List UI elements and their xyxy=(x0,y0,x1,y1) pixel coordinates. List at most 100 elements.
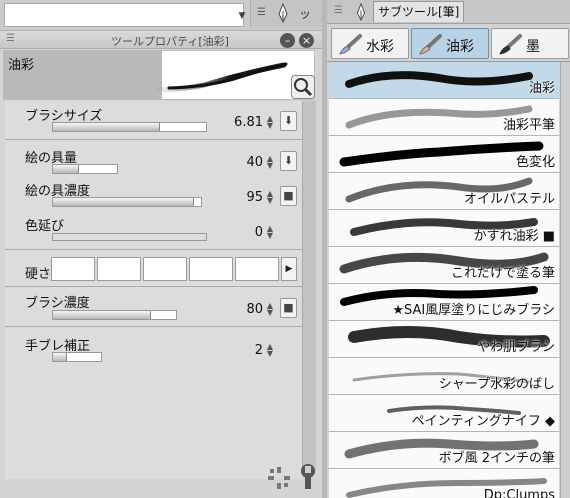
divider xyxy=(5,326,302,327)
brush-icon xyxy=(419,34,442,55)
slider-fill xyxy=(53,123,161,131)
hardness-option-3[interactable] xyxy=(143,257,187,281)
group-ink[interactable]: 墨 xyxy=(491,28,569,59)
brush-stroke-sample xyxy=(339,141,544,167)
spin-arrows-icon[interactable]: ▲ ▼ xyxy=(265,225,275,240)
wrench-icon[interactable] xyxy=(296,463,320,491)
paint-density-toggle-button[interactable]: ■ xyxy=(280,186,297,206)
param-label: ブラシ濃度 xyxy=(25,296,90,311)
brush-stroke-sample xyxy=(345,71,533,88)
group-watercolor[interactable]: 水彩 xyxy=(331,28,409,59)
hardness-option-2[interactable] xyxy=(97,257,141,281)
menu-grip-icon[interactable]: ☰ xyxy=(334,5,343,16)
stabilization-slider[interactable] xyxy=(52,352,102,362)
list-item-brush[interactable]: かすれ油彩 ■ xyxy=(329,210,559,247)
slider-fill xyxy=(53,353,68,361)
tool-property-panel: ▼ ☰ ッ ☰ ツールプロパティ[油彩] – × 油彩 ブラシサイズ 6.81 … xyxy=(0,0,322,498)
slider-fill xyxy=(53,165,79,173)
spin-arrows-icon[interactable]: ▲ ▼ xyxy=(265,302,275,317)
spin-arrows-icon[interactable]: ▲ ▼ xyxy=(265,155,275,170)
reset-icon[interactable] xyxy=(266,465,292,491)
hardness-option-4[interactable] xyxy=(189,257,233,281)
brush-name: かすれ油彩 ■ xyxy=(473,229,555,244)
top-toolbar-strip: ▼ ☰ ッ xyxy=(0,0,322,31)
group-oil[interactable]: 油彩 xyxy=(411,28,489,59)
sub-tool-tabbar: ☰ サブツール[筆] xyxy=(327,0,570,24)
brush-size-dynamics-button[interactable]: ⬇ xyxy=(280,111,297,131)
brush-icon xyxy=(339,34,362,55)
scrollbar[interactable] xyxy=(560,62,570,498)
panel-title: ツールプロパティ[油彩] xyxy=(111,35,229,48)
group-label: 水彩 xyxy=(366,39,394,55)
param-value[interactable]: 2 xyxy=(227,343,263,358)
collapsed-tab-strip: ☰ ッ xyxy=(250,0,322,27)
preview-brush-name: 油彩 xyxy=(8,58,35,73)
tab-sub-tool[interactable]: サブツール[筆] xyxy=(373,1,465,22)
brush-stroke-preview xyxy=(345,71,533,88)
magnifier-icon xyxy=(294,78,313,97)
brush-name: ボブ風 2インチの筆 xyxy=(438,451,555,466)
pen-nib-icon[interactable] xyxy=(355,2,367,24)
group-label: 墨 xyxy=(526,39,540,55)
brush-name: 油彩平筆 xyxy=(502,118,555,133)
menu-grip-icon[interactable]: ☰ xyxy=(6,33,15,44)
param-value[interactable]: 0 xyxy=(227,225,263,240)
brush-group-tabs: 水彩 油彩 墨 xyxy=(329,26,570,61)
param-value[interactable]: 6.81 xyxy=(227,115,263,130)
brush-name: オイルパステル xyxy=(463,192,555,207)
hardness-option-1[interactable] xyxy=(51,257,95,281)
param-value[interactable]: 95 xyxy=(227,190,263,205)
color-stretch-slider[interactable] xyxy=(52,233,207,241)
sub-tool-panel: ☰ サブツール[筆] 水彩 油彩 墨 油彩 油彩平筆 色変化 オイルパステル か… xyxy=(327,0,570,498)
menu-grip-icon[interactable]: ☰ xyxy=(257,7,266,18)
minimize-icon[interactable]: – xyxy=(280,33,295,48)
brush-name: Dp:Clumps xyxy=(483,488,555,498)
hardness-expand-button[interactable]: ▶ xyxy=(281,257,297,281)
tool-property-header: ☰ ツールプロパティ[油彩] – × xyxy=(0,31,322,49)
param-value[interactable]: 80 xyxy=(227,302,263,317)
paint-amount-slider[interactable] xyxy=(52,164,118,174)
list-item-brush[interactable]: Dp:Clumps xyxy=(329,469,559,498)
scrollbar[interactable] xyxy=(302,101,316,473)
list-item-brush[interactable]: ボブ風 2インチの筆 xyxy=(329,432,559,469)
property-list: ブラシサイズ 6.81 ▲ ▼ ⬇ 絵の具量 40 ▲ ▼ ⬇ 絵の具濃度 95 ▲… xyxy=(5,101,302,479)
list-item-brush[interactable]: 油彩平筆 xyxy=(329,99,559,136)
brush-density-slider[interactable] xyxy=(52,310,177,320)
list-item-brush[interactable]: シャープ水彩のばし xyxy=(329,358,559,395)
list-item-brush[interactable]: これだけで塗る筆 xyxy=(329,247,559,284)
param-value[interactable]: 40 xyxy=(227,155,263,170)
divider xyxy=(5,139,302,140)
divider xyxy=(5,249,302,250)
brush-size-slider[interactable] xyxy=(52,122,207,132)
paint-amount-dynamics-button[interactable]: ⬇ xyxy=(280,151,297,171)
spin-arrows-icon[interactable]: ▲ ▼ xyxy=(265,343,275,358)
top-field[interactable] xyxy=(4,3,244,27)
brush-name: やわ肌ブラシ xyxy=(477,340,555,355)
brush-name: ペインティングナイフ ◆ xyxy=(411,414,555,429)
list-item-brush[interactable]: ★SAI風厚塗りにじみブラシ xyxy=(329,284,559,321)
slider-fill xyxy=(53,311,152,319)
list-item-brush[interactable]: 色変化 xyxy=(329,136,559,173)
list-item-brush[interactable]: 油彩 xyxy=(329,62,559,99)
list-item-brush[interactable]: オイルパステル xyxy=(329,173,559,210)
group-label: 油彩 xyxy=(446,39,474,55)
pen-nib-icon[interactable] xyxy=(277,2,289,26)
close-icon[interactable]: × xyxy=(299,33,314,48)
sub-tool-list: 油彩 油彩平筆 色変化 オイルパステル かすれ油彩 ■ これだけで塗る筆 ★SA… xyxy=(327,61,570,498)
spin-arrows-icon[interactable]: ▲ ▼ xyxy=(265,115,275,130)
brush-density-toggle-button[interactable]: ■ xyxy=(280,298,297,318)
brush-name: 色変化 xyxy=(515,155,555,170)
panel-footer-icons xyxy=(266,463,322,493)
stroke-preview xyxy=(151,62,288,92)
brush-name: 油彩 xyxy=(528,81,555,96)
list-item-brush[interactable]: やわ肌ブラシ xyxy=(329,321,559,358)
tab-subtool-collapsed[interactable]: ッ xyxy=(299,5,311,22)
spin-arrows-icon[interactable]: ▲ ▼ xyxy=(265,190,275,205)
hardness-option-5[interactable] xyxy=(235,257,279,281)
list-item-brush[interactable]: ペインティングナイフ ◆ xyxy=(329,395,559,432)
param-label: 色延び xyxy=(25,219,65,234)
brush-name: シャープ水彩のばし xyxy=(438,377,555,392)
zoom-preview-button[interactable] xyxy=(291,75,315,99)
dropdown-arrow-icon[interactable]: ▼ xyxy=(236,10,248,22)
paint-density-slider[interactable] xyxy=(52,197,202,207)
